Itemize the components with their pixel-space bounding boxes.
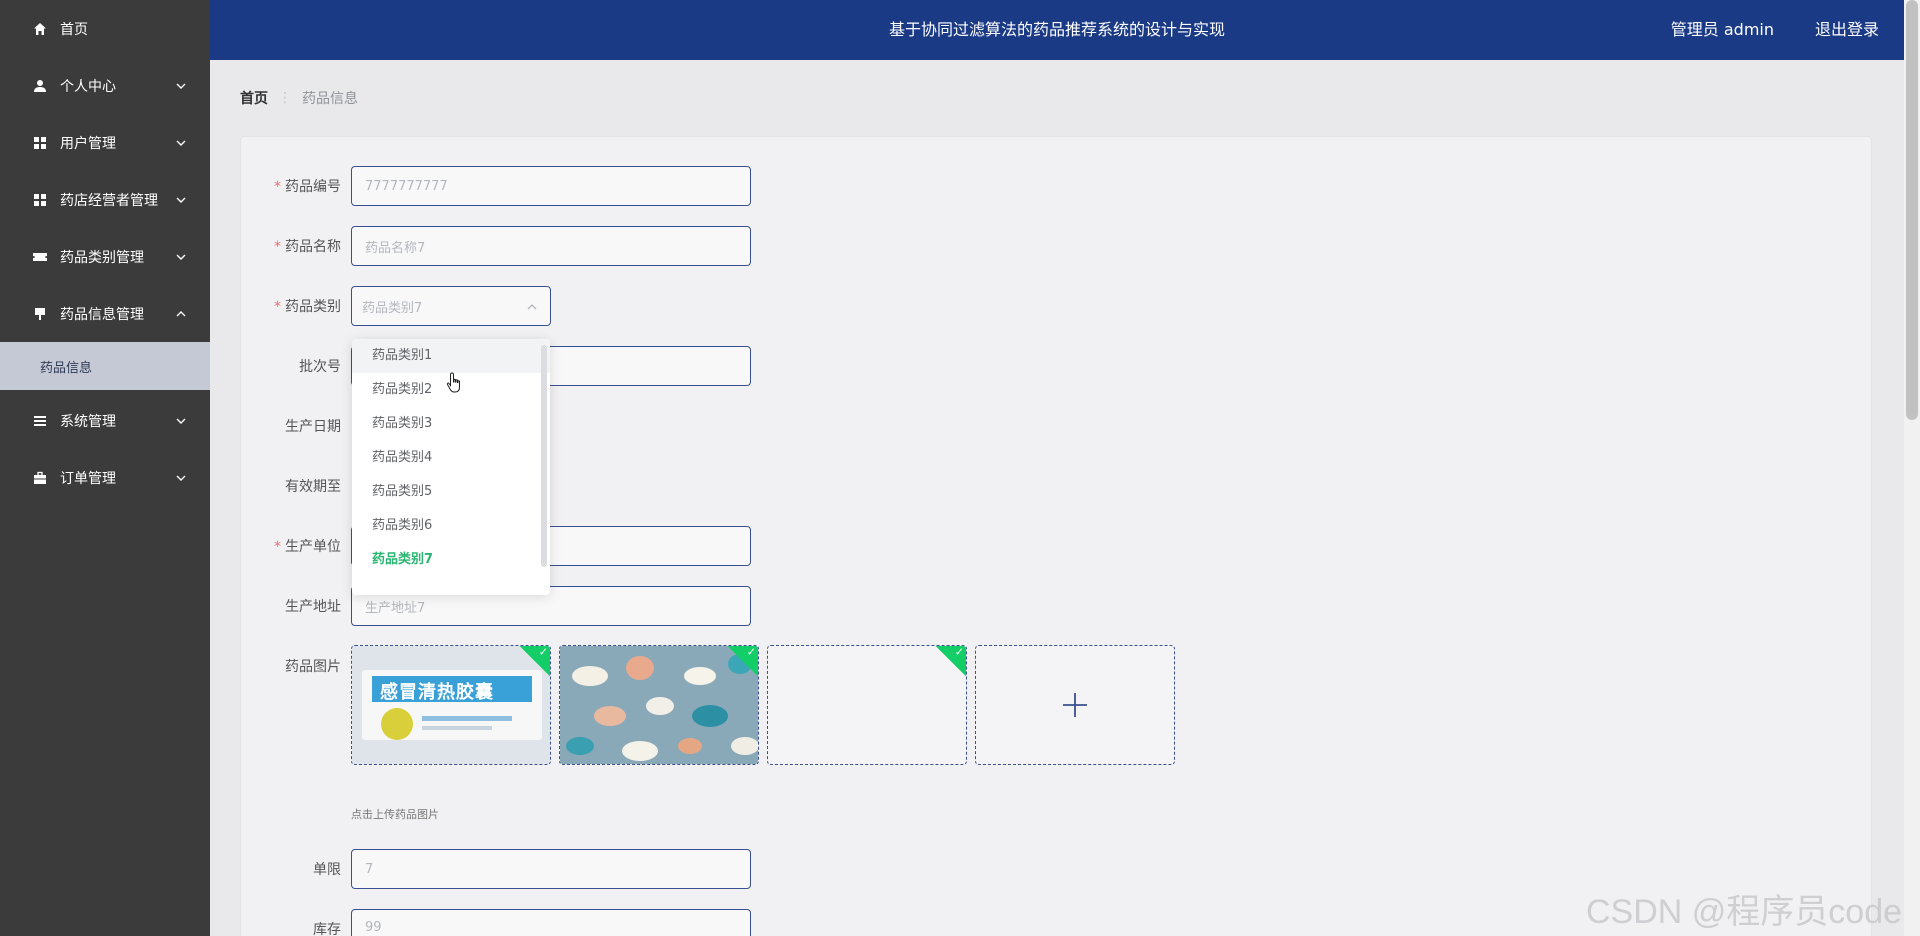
top-header: 基于协同过滤算法的药品推荐系统的设计与实现 管理员 admin 退出登录 <box>210 0 1904 60</box>
category-option[interactable]: 药品类别6 <box>352 509 550 543</box>
production-address-label: 生产地址 <box>285 599 341 615</box>
sidebar-item-drug-category-management[interactable]: 药品类别管理 <box>0 228 210 285</box>
sidebar-item-system-management[interactable]: 系统管理 <box>0 392 210 449</box>
category-option-selected[interactable]: 药品类别7 <box>352 543 550 577</box>
batch-number-label: 批次号 <box>299 359 341 375</box>
drug-image-label: 药品图片 <box>285 659 341 675</box>
drug-category-select[interactable]: 药品类别7 <box>351 286 551 326</box>
watermark: CSDN @程序员code <box>1586 893 1903 931</box>
sidebar-item-drug-info-management[interactable]: 药品信息管理 <box>0 285 210 342</box>
drug-code-label: * 药品编号 <box>274 179 341 195</box>
production-date-label: 生产日期 <box>285 419 341 435</box>
sidebar-item-label: 用户管理 <box>60 135 116 152</box>
list-icon <box>32 413 48 429</box>
drug-name-label: * 药品名称 <box>274 239 341 255</box>
manufacturer-label: * 生产单位 <box>274 539 341 555</box>
ticket-icon <box>32 249 48 265</box>
image-upload-button[interactable] <box>975 645 1175 765</box>
sidebar-item-home[interactable]: 首页 <box>0 0 210 57</box>
pills-image <box>560 646 758 764</box>
sidebar-item-label: 药品类别管理 <box>60 249 144 266</box>
sidebar-item-pharmacy-operator-management[interactable]: 药店经营者管理 <box>0 171 210 228</box>
grid-icon <box>32 192 48 208</box>
expiry-date-label: 有效期至 <box>285 479 341 495</box>
plus-icon <box>1063 693 1087 717</box>
page-scrollbar[interactable] <box>1904 0 1920 936</box>
sidebar-subitem-drug-info[interactable]: 药品信息 <box>0 342 210 390</box>
category-option[interactable]: 药品类别4 <box>352 441 550 475</box>
briefcase-icon <box>32 470 48 486</box>
logout-link[interactable]: 退出登录 <box>1815 0 1879 60</box>
sidebar-item-label: 个人中心 <box>60 78 116 95</box>
drug-box-text: 感冒清热胶囊 <box>380 682 494 703</box>
stock-input[interactable]: 99 <box>351 909 751 936</box>
check-icon: ✓ <box>538 645 548 659</box>
image-tile-2[interactable]: ✓ <box>559 645 759 765</box>
sidebar-item-label: 药店经营者管理 <box>60 192 158 209</box>
current-user: 管理员 admin <box>1670 20 1774 39</box>
check-icon: ✓ <box>746 645 756 659</box>
chevron-up-icon <box>527 304 537 310</box>
image-upload-hint: 点击上传药品图片 <box>351 808 439 821</box>
category-option[interactable]: 药品类别1 <box>352 339 550 373</box>
sidebar-item-order-management[interactable]: 订单管理 <box>0 449 210 506</box>
sidebar-item-user-management[interactable]: 用户管理 <box>0 114 210 171</box>
sidebar-item-personal-center[interactable]: 个人中心 <box>0 57 210 114</box>
breadcrumb-home[interactable]: 首页 <box>240 88 268 108</box>
chevron-down-icon <box>176 140 186 146</box>
sign-icon <box>32 306 48 322</box>
home-icon <box>32 21 48 37</box>
uploaded-badge: ✓ <box>934 645 966 678</box>
image-tile-1[interactable]: 感冒清热胶囊 ✓ <box>351 645 551 765</box>
page-scrollbar-thumb[interactable] <box>1906 0 1918 420</box>
breadcrumb: 首页 ⋮ 药品信息 <box>240 88 358 108</box>
system-title: 基于协同过滤算法的药品推荐系统的设计与实现 <box>888 20 1225 39</box>
image-tile-3[interactable]: ✓ <box>767 645 967 765</box>
drug-name-input[interactable]: 药品名称7 <box>351 226 751 266</box>
sidebar-item-label: 首页 <box>60 21 88 38</box>
category-option[interactable]: 药品类别5 <box>352 475 550 509</box>
limit-input[interactable]: 7 <box>351 849 751 889</box>
limit-label: 单限 <box>313 862 341 878</box>
check-icon: ✓ <box>954 645 964 659</box>
chevron-down-icon <box>176 83 186 89</box>
breadcrumb-separator: ⋮ <box>278 90 292 106</box>
user-icon <box>32 78 48 94</box>
drug-category-label: * 药品类别 <box>274 299 341 315</box>
category-option[interactable]: 药品类别3 <box>352 407 550 441</box>
dropdown-scrollbar[interactable] <box>541 345 547 567</box>
grid-icon <box>32 135 48 151</box>
drug-box-image <box>352 646 550 764</box>
breadcrumb-current: 药品信息 <box>302 91 358 107</box>
sidebar-item-label: 系统管理 <box>60 413 116 430</box>
sidebar-item-label: 药品信息管理 <box>60 306 144 323</box>
drug-category-select-value: 药品类别7 <box>362 300 423 316</box>
stock-label: 库存 <box>313 922 341 936</box>
drug-code-input[interactable]: 7777777777 <box>351 166 751 206</box>
sidebar: 首页 个人中心 用户管理 药店经营者管理 药品类别管理 药品信息管理 药品信息 … <box>0 0 210 936</box>
sidebar-item-label: 订单管理 <box>60 470 116 487</box>
hand-cursor-icon <box>446 372 460 393</box>
